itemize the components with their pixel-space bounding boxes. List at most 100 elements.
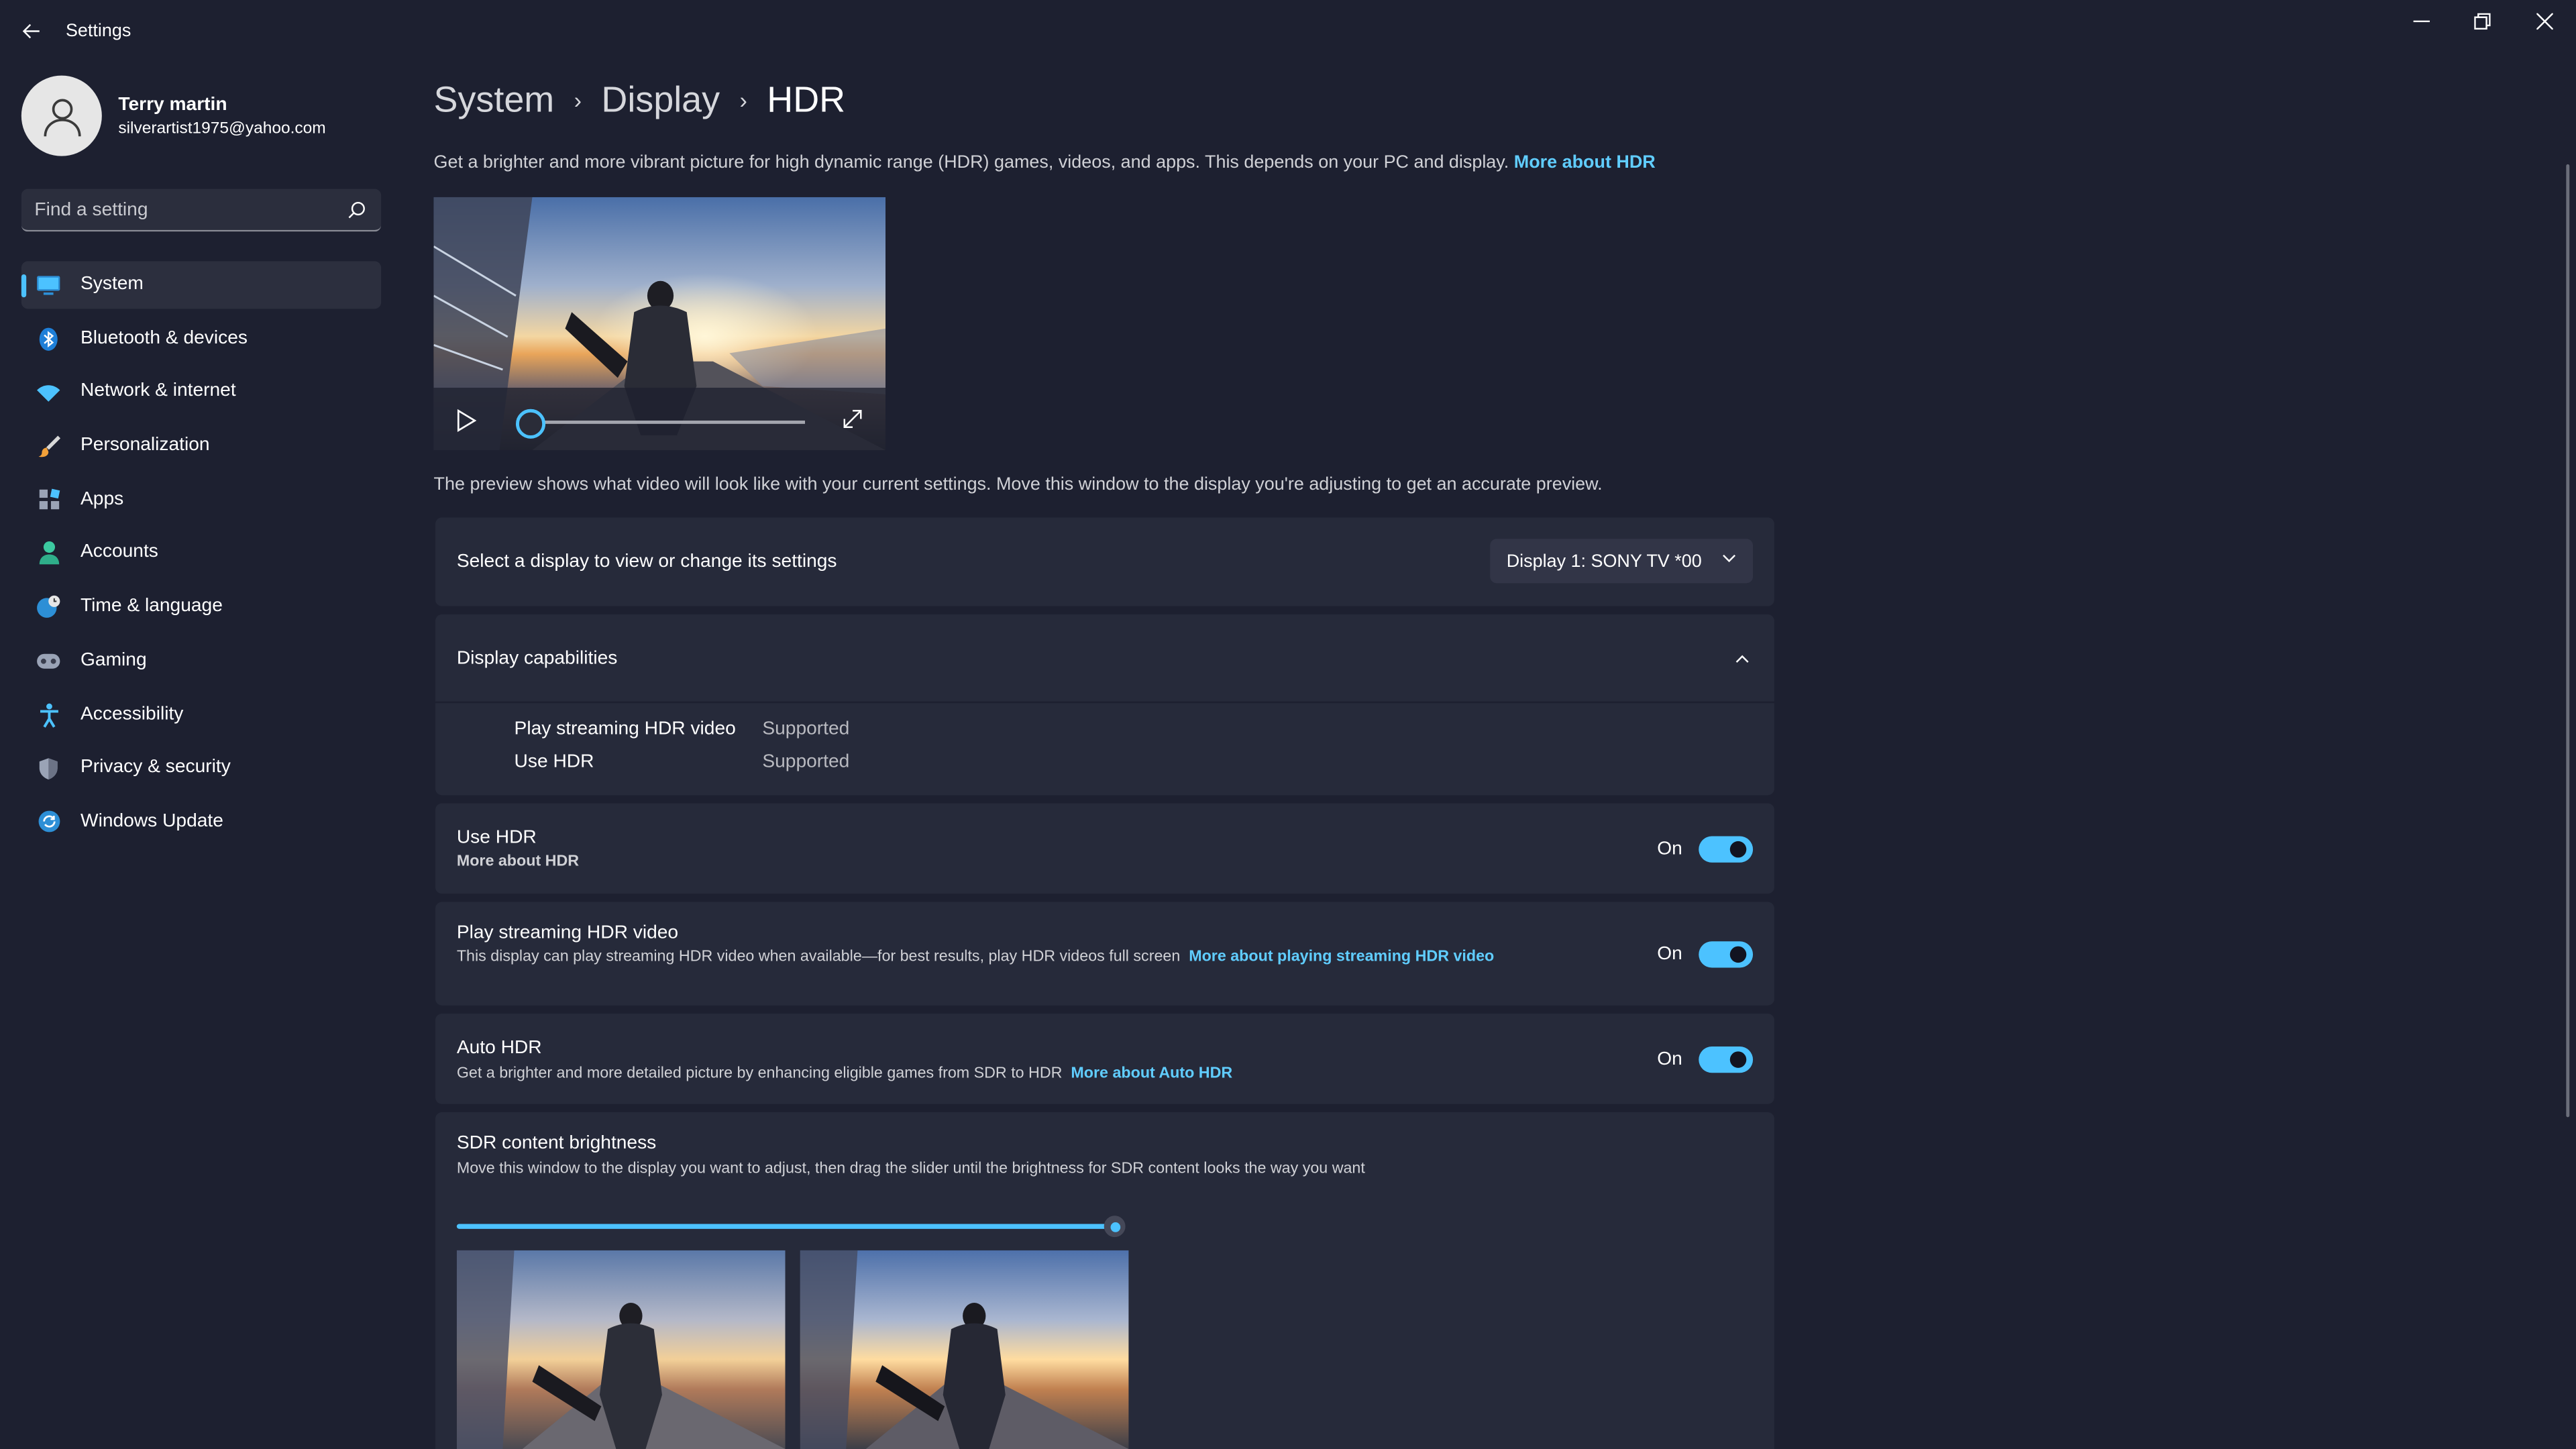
sidebar-item-label: Apps <box>80 489 124 509</box>
fullscreen-icon[interactable] <box>843 409 862 429</box>
sdr-brightness-slider-thumb[interactable] <box>1104 1216 1126 1238</box>
sidebar-item-gaming[interactable]: Gaming <box>21 637 381 685</box>
sidebar-item-windows-update[interactable]: Windows Update <box>21 798 381 846</box>
sidebar-item-label: Windows Update <box>80 811 223 831</box>
display-dropdown-value: Display 1: SONY TV *00 <box>1506 551 1702 572</box>
restore-icon <box>2474 13 2491 30</box>
use-hdr-card: Use HDR More about HDR On <box>435 803 1774 894</box>
sidebar-item-privacy-security[interactable]: Privacy & security <box>21 745 381 792</box>
gamepad-icon <box>36 649 61 674</box>
accessibility-icon <box>36 702 61 727</box>
back-button[interactable] <box>13 13 50 50</box>
sidebar-item-label: Bluetooth & devices <box>80 328 248 348</box>
auto-hdr-title: Auto HDR <box>456 1038 542 1059</box>
user-name: Terry martin <box>118 95 227 115</box>
brush-icon <box>36 434 61 459</box>
sidebar-item-bluetooth[interactable]: Bluetooth & devices <box>21 315 381 362</box>
sidebar-item-label: Accounts <box>80 543 158 563</box>
intro-text: Get a brighter and more vibrant picture … <box>434 153 1656 172</box>
bluetooth-icon <box>36 327 61 352</box>
title-bar: Settings <box>0 0 2576 66</box>
apps-icon <box>36 488 61 513</box>
search-input[interactable] <box>34 195 331 225</box>
minimize-button[interactable] <box>2397 7 2446 36</box>
minimize-icon <box>2413 20 2430 23</box>
restore-button[interactable] <box>2458 7 2507 36</box>
sidebar-item-label: Network & internet <box>80 382 236 402</box>
sidebar-item-system[interactable]: System <box>21 261 382 309</box>
video-seek-thumb[interactable] <box>515 409 546 439</box>
close-icon <box>2536 13 2553 30</box>
streaming-hdr-state: On <box>1657 945 1682 965</box>
hdr-example-picture <box>800 1250 1129 1449</box>
hdr-video-preview <box>433 197 886 451</box>
capability-name: Use HDR <box>514 752 594 773</box>
person-icon <box>43 98 80 136</box>
wifi-icon <box>36 380 61 405</box>
shield-icon <box>36 756 61 781</box>
streaming-hdr-more-link[interactable]: More about playing streaming HDR video <box>1189 948 1494 966</box>
monitor-icon <box>36 273 61 298</box>
close-button[interactable] <box>2520 7 2569 36</box>
auto-hdr-more-link[interactable]: More about Auto HDR <box>1071 1065 1232 1083</box>
sdr-example-picture <box>456 1250 786 1449</box>
use-hdr-toggle[interactable] <box>1699 836 1754 863</box>
streaming-hdr-description: This display can play streaming HDR vide… <box>457 947 1508 968</box>
search-icon[interactable] <box>345 199 368 221</box>
sidebar-item-personalization[interactable]: Personalization <box>21 423 381 470</box>
use-hdr-more-link[interactable]: More about HDR <box>457 851 579 873</box>
streaming-hdr-toggle[interactable] <box>1699 941 1754 968</box>
sdr-brightness-description: Move this window to the display you want… <box>456 1159 1365 1178</box>
sidebar-item-accessibility[interactable]: Accessibility <box>21 691 381 739</box>
auto-hdr-desc-text: Get a brighter and more detailed picture… <box>456 1064 1063 1083</box>
display-capabilities-header[interactable]: Display capabilities <box>435 614 1774 704</box>
sidebar-item-time-language[interactable]: Time & language <box>21 584 381 631</box>
breadcrumb-system[interactable]: System <box>434 79 555 122</box>
avatar[interactable] <box>21 75 102 156</box>
settings-window: Settings Terry martin silverartist1975@y… <box>0 0 2576 1449</box>
sidebar-item-label: Gaming <box>80 650 147 670</box>
auto-hdr-toggle[interactable] <box>1699 1046 1754 1073</box>
video-seek-track[interactable] <box>529 420 806 424</box>
active-indicator <box>21 274 27 298</box>
sidebar-item-label: Accessibility <box>80 704 184 724</box>
sdr-brightness-slider-track[interactable] <box>456 1224 1114 1229</box>
arrow-left-icon <box>22 23 40 39</box>
user-email: silverartist1975@yahoo.com <box>118 119 326 138</box>
display-select-card: Select a display to view or change its s… <box>435 517 1774 606</box>
use-hdr-title: Use HDR <box>456 828 537 848</box>
auto-hdr-description: Get a brighter and more detailed picture… <box>457 1063 1232 1085</box>
search-box[interactable] <box>21 189 382 232</box>
sdr-example-image <box>456 1250 786 1449</box>
use-hdr-state: On <box>1657 839 1682 859</box>
sidebar-item-label: Time & language <box>80 596 223 616</box>
sidebar-nav: System Bluetooth & devices Network & int… <box>21 261 382 852</box>
sidebar-item-label: Privacy & security <box>80 757 231 777</box>
sdr-brightness-title: SDR content brightness <box>456 1133 657 1154</box>
sidebar-item-accounts[interactable]: Accounts <box>21 530 381 578</box>
chevron-up-icon[interactable] <box>1735 654 1750 664</box>
more-about-hdr-link[interactable]: More about HDR <box>1514 153 1656 172</box>
breadcrumb-separator: › <box>739 87 747 113</box>
streaming-hdr-title: Play streaming HDR video <box>456 923 679 943</box>
scrollbar[interactable] <box>2566 164 2570 1118</box>
sdr-brightness-card: SDR content brightness Move this window … <box>435 1112 1774 1449</box>
play-icon[interactable] <box>457 409 477 433</box>
display-capabilities-card: Display capabilities Play streaming HDR … <box>435 614 1774 796</box>
video-controls <box>433 387 886 451</box>
display-dropdown[interactable]: Display 1: SONY TV *00 <box>1490 539 1754 584</box>
auto-hdr-state: On <box>1657 1049 1682 1070</box>
breadcrumb-display[interactable]: Display <box>601 79 720 122</box>
sidebar-item-network[interactable]: Network & internet <box>21 368 381 416</box>
preview-note: The preview shows what video will look l… <box>433 474 1603 495</box>
streaming-hdr-desc-text: This display can play streaming HDR vide… <box>456 948 1181 967</box>
auto-hdr-card: Auto HDR Get a brighter and more detaile… <box>435 1014 1774 1104</box>
update-icon <box>36 810 61 835</box>
sidebar-item-label: System <box>80 274 144 294</box>
page-title: HDR <box>767 78 846 120</box>
hdr-example-image <box>800 1250 1129 1449</box>
sidebar-item-apps[interactable]: Apps <box>21 476 381 524</box>
app-title: Settings <box>65 21 131 42</box>
breadcrumb: System › Display › HDR <box>434 76 846 125</box>
streaming-hdr-card: Play streaming HDR video This display ca… <box>435 902 1774 1006</box>
